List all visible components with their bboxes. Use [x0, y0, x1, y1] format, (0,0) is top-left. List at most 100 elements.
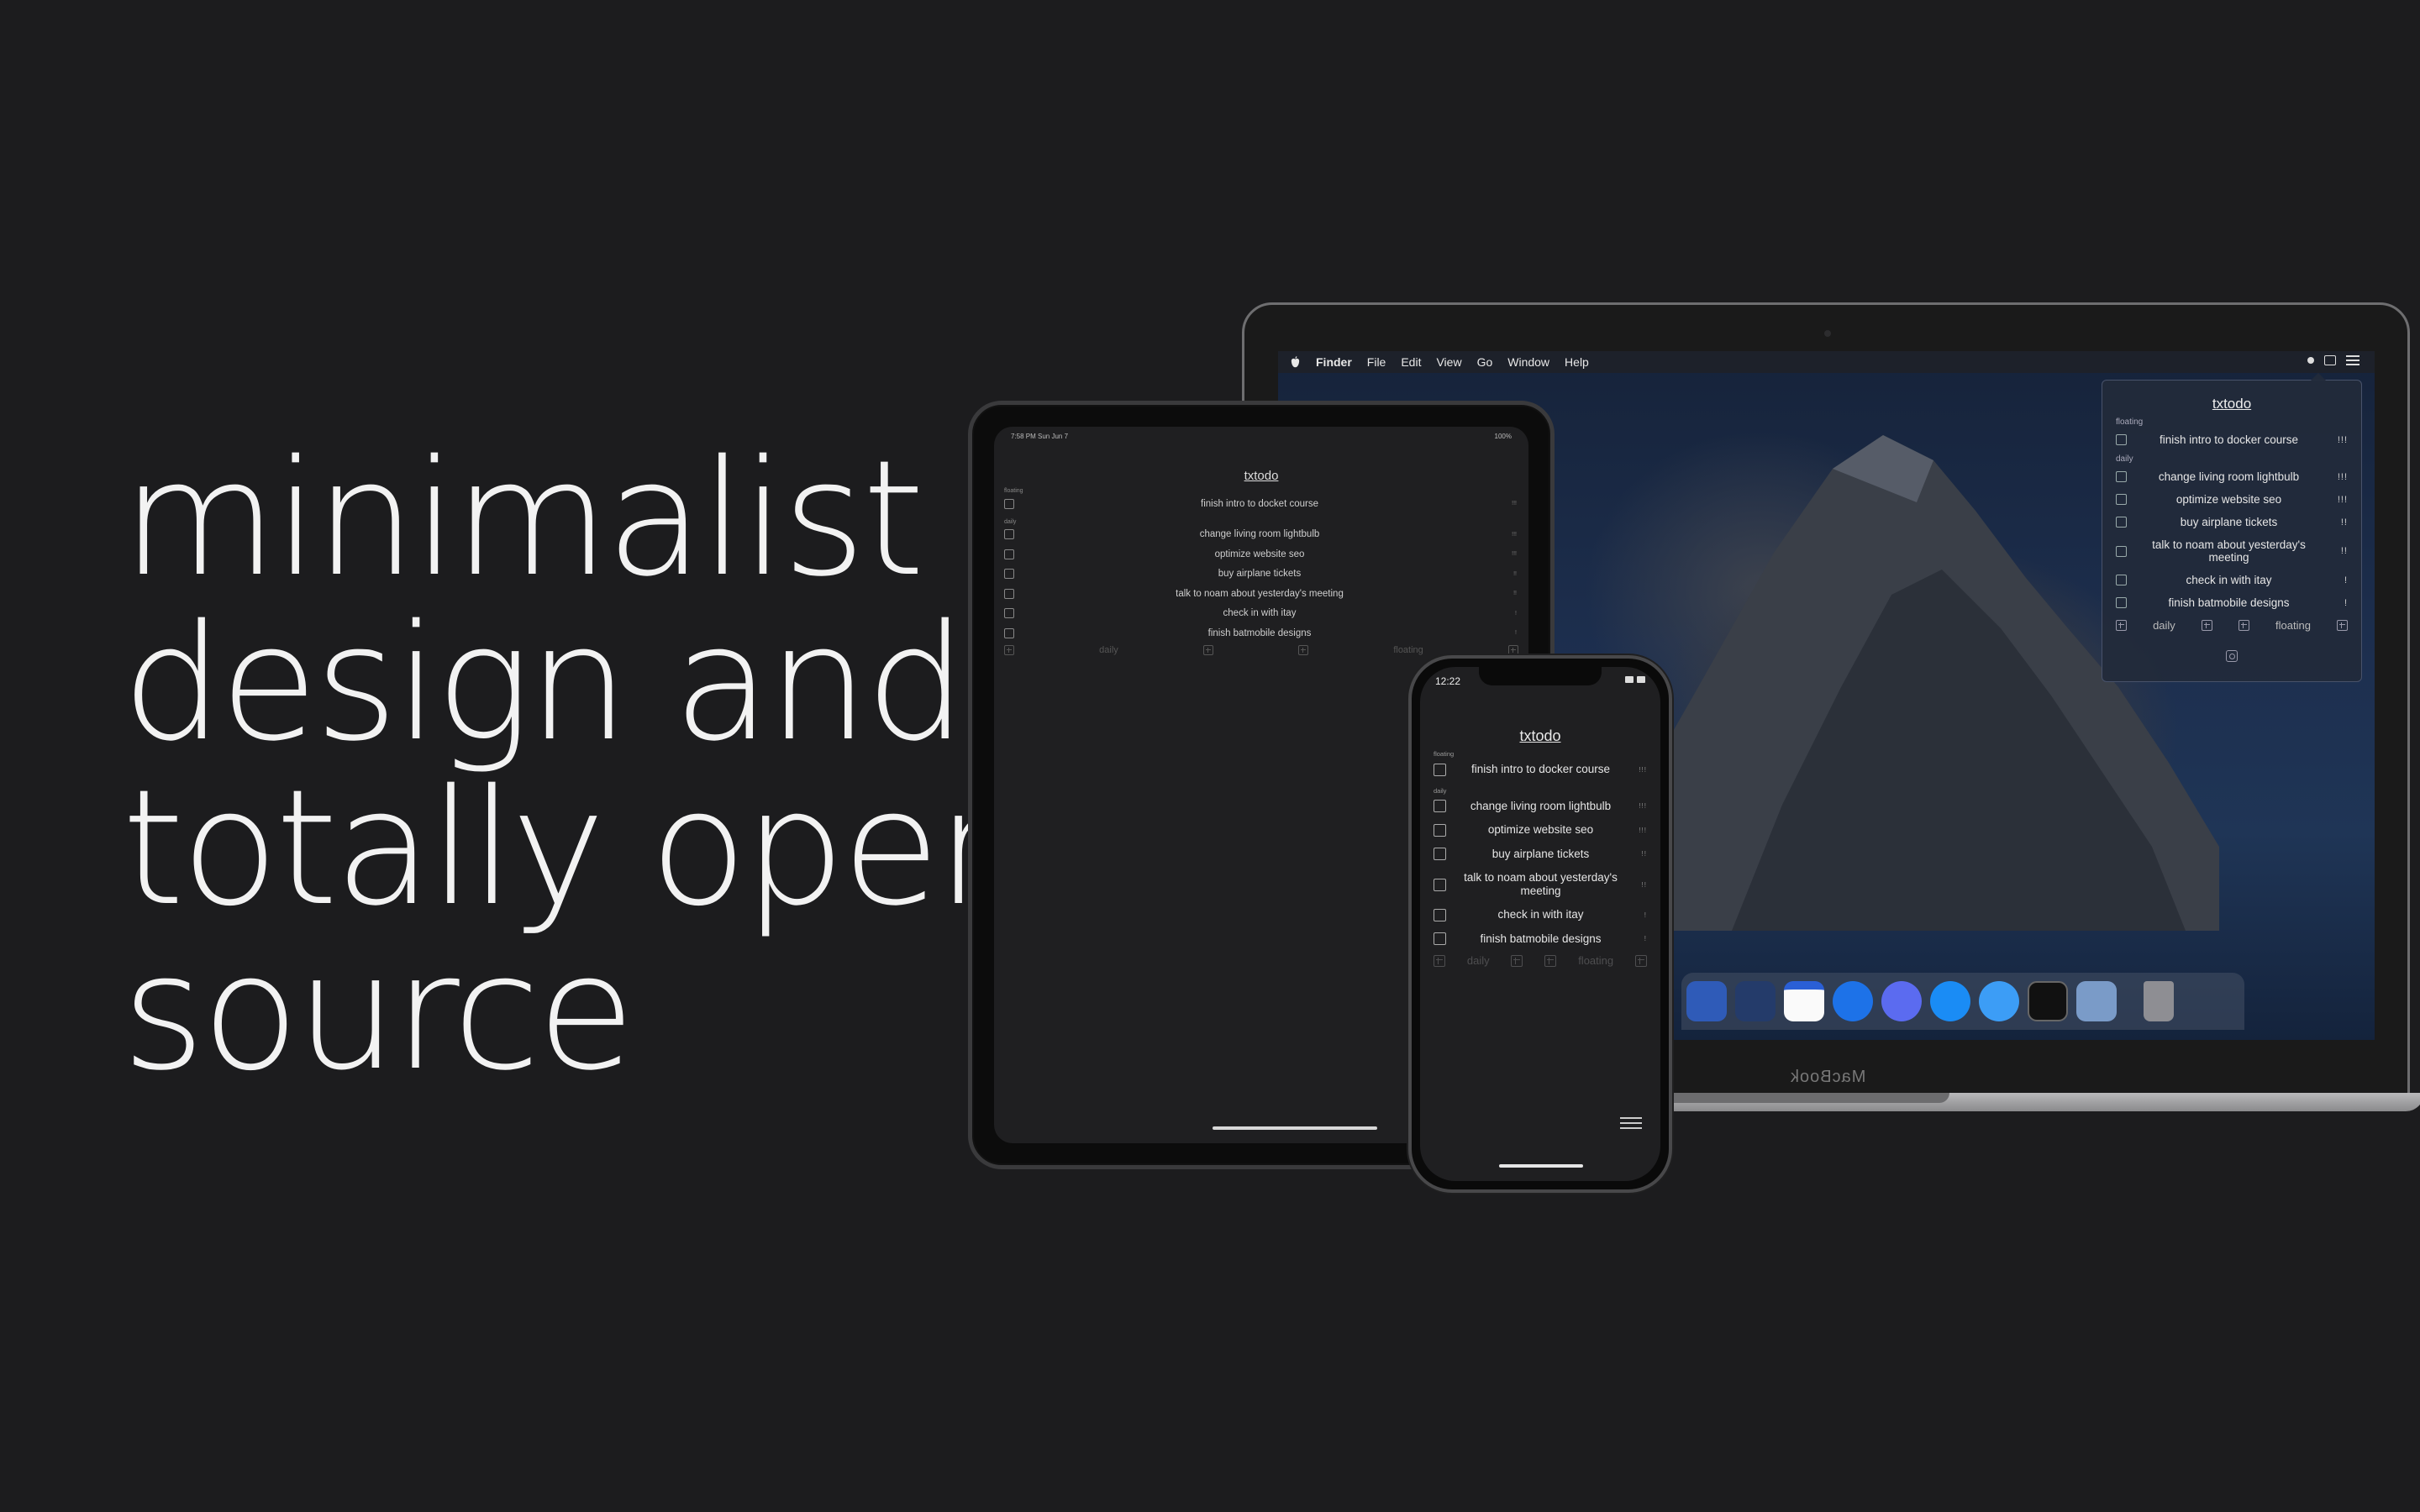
task-row[interactable]: finish batmobile designs ! — [2116, 591, 2348, 614]
task-checkbox[interactable] — [1004, 529, 1014, 540]
hamburger-menu-icon[interactable] — [1620, 1117, 1642, 1129]
task-row[interactable]: buy airplane tickets !! — [1420, 843, 1660, 867]
task-checkbox[interactable] — [1004, 627, 1014, 638]
txtodo-menubar-icon[interactable] — [2324, 355, 2336, 365]
task-text[interactable]: change living room lightbulb — [2127, 470, 2331, 483]
add-daily-left-icon[interactable] — [1434, 954, 1445, 967]
discord-icon[interactable] — [1881, 981, 1922, 1021]
task-row[interactable]: check in with itay ! — [994, 604, 1528, 624]
task-text[interactable]: check in with itay — [1446, 908, 1635, 921]
task-text[interactable]: finish batmobile designs — [1014, 628, 1505, 638]
task-text[interactable]: talk to noam about yesterday's meeting — [2127, 538, 2331, 564]
task-row[interactable]: buy airplane tickets !! — [2116, 511, 2348, 533]
add-daily-right-icon[interactable] — [2201, 620, 2212, 631]
task-row[interactable]: buy airplane tickets !! — [994, 564, 1528, 585]
task-row[interactable]: change living room lightbulb !!! — [1420, 795, 1660, 819]
task-text[interactable]: check in with itay — [1014, 608, 1505, 618]
notification-center-icon[interactable] — [2346, 355, 2360, 365]
task-text[interactable]: talk to noam about yesterday's meeting — [1446, 871, 1635, 898]
task-row[interactable]: talk to noam about yesterday's meeting !… — [2116, 533, 2348, 569]
task-row[interactable]: finish intro to docker course !!! — [1420, 758, 1660, 782]
task-checkbox[interactable] — [1004, 608, 1014, 619]
task-row[interactable]: optimize website seo !!! — [2116, 488, 2348, 511]
add-daily-left-icon[interactable] — [1004, 644, 1014, 655]
add-floating-label[interactable]: floating — [2275, 619, 2311, 632]
task-text[interactable]: buy airplane tickets — [1446, 848, 1635, 861]
task-checkbox[interactable] — [1434, 878, 1446, 891]
task-checkbox[interactable] — [1434, 932, 1446, 946]
task-checkbox[interactable] — [2116, 517, 2127, 528]
add-daily-label[interactable]: daily — [1467, 954, 1490, 967]
menu-edit[interactable]: Edit — [1401, 355, 1421, 369]
task-checkbox[interactable] — [1004, 498, 1014, 509]
menu-file[interactable]: File — [1367, 355, 1386, 369]
task-row[interactable]: optimize website seo !!! — [1420, 818, 1660, 843]
xcode-icon[interactable] — [1735, 981, 1776, 1021]
task-text[interactable]: optimize website seo — [2127, 493, 2331, 506]
task-row[interactable]: change living room lightbulb !!! — [994, 525, 1528, 545]
trash-icon[interactable] — [2144, 981, 2174, 1021]
menu-go[interactable]: Go — [1477, 355, 1493, 369]
add-daily-label[interactable]: daily — [1099, 645, 1118, 655]
task-text[interactable]: buy airplane tickets — [1014, 569, 1505, 579]
task-row[interactable]: check in with itay ! — [1420, 903, 1660, 927]
add-floating-left-icon[interactable] — [1544, 954, 1557, 967]
task-text[interactable]: talk to noam about yesterday's meeting — [1014, 589, 1505, 599]
settings-icon[interactable] — [2226, 650, 2238, 662]
task-row[interactable]: change living room lightbulb !!! — [2116, 465, 2348, 488]
task-checkbox[interactable] — [1434, 848, 1446, 861]
task-row[interactable]: finish intro to docker course !!! — [2116, 428, 2348, 451]
task-row[interactable]: talk to noam about yesterday's meeting !… — [1420, 866, 1660, 903]
task-checkbox[interactable] — [1434, 908, 1446, 921]
add-floating-right-icon[interactable] — [1634, 954, 1647, 967]
menu-window[interactable]: Window — [1507, 355, 1549, 369]
calendar-icon[interactable] — [1784, 981, 1824, 1021]
task-text[interactable]: change living room lightbulb — [1446, 800, 1635, 813]
task-text[interactable]: optimize website seo — [1446, 823, 1635, 837]
add-daily-right-icon[interactable] — [1202, 644, 1213, 655]
task-text[interactable]: change living room lightbulb — [1014, 529, 1505, 539]
status-dot-icon[interactable] — [2307, 357, 2314, 364]
task-checkbox[interactable] — [1004, 588, 1014, 599]
task-text[interactable]: check in with itay — [2127, 574, 2331, 586]
task-text[interactable]: finish intro to docker course — [1446, 763, 1635, 776]
task-row[interactable]: finish intro to docket course !!! — [994, 494, 1528, 514]
add-floating-label[interactable]: floating — [1578, 954, 1613, 967]
signal-icon[interactable] — [1833, 981, 1873, 1021]
add-floating-left-icon[interactable] — [2238, 620, 2249, 631]
add-floating-right-icon[interactable] — [2336, 620, 2348, 631]
add-floating-right-icon[interactable] — [1507, 644, 1518, 655]
task-text[interactable]: buy airplane tickets — [2127, 516, 2331, 528]
task-text[interactable]: finish intro to docket course — [1014, 499, 1505, 509]
preview-icon[interactable] — [2076, 981, 2117, 1021]
add-daily-label[interactable]: daily — [2153, 619, 2175, 632]
apple-icon[interactable] — [1290, 355, 1301, 369]
task-checkbox[interactable] — [2116, 597, 2127, 608]
task-checkbox[interactable] — [2116, 545, 2127, 557]
task-checkbox[interactable] — [2116, 471, 2127, 482]
task-text[interactable]: finish intro to docker course — [2127, 433, 2331, 446]
task-checkbox[interactable] — [2116, 494, 2127, 505]
task-checkbox[interactable] — [2116, 434, 2127, 445]
add-floating-label[interactable]: floating — [1393, 645, 1423, 655]
task-checkbox[interactable] — [1434, 823, 1446, 837]
task-text[interactable]: finish batmobile designs — [2127, 596, 2331, 609]
ipad-home-indicator[interactable] — [1213, 1126, 1377, 1130]
iphone-home-indicator[interactable] — [1499, 1164, 1583, 1168]
add-floating-left-icon[interactable] — [1298, 644, 1309, 655]
task-row[interactable]: finish batmobile designs ! — [1420, 927, 1660, 952]
task-checkbox[interactable] — [1434, 800, 1446, 813]
task-checkbox[interactable] — [1004, 569, 1014, 580]
task-checkbox[interactable] — [2116, 575, 2127, 585]
task-row[interactable]: optimize website seo !!! — [994, 544, 1528, 564]
menu-finder[interactable]: Finder — [1316, 355, 1352, 369]
menu-help[interactable]: Help — [1565, 355, 1589, 369]
task-row[interactable]: talk to noam about yesterday's meeting !… — [994, 584, 1528, 604]
task-row[interactable]: finish batmobile designs ! — [994, 623, 1528, 643]
task-row[interactable]: check in with itay ! — [2116, 569, 2348, 591]
task-text[interactable]: optimize website seo — [1014, 549, 1505, 559]
messages-icon[interactable] — [1979, 981, 2019, 1021]
task-checkbox[interactable] — [1434, 763, 1446, 776]
app-store-icon[interactable] — [1930, 981, 1970, 1021]
task-checkbox[interactable] — [1004, 549, 1014, 559]
